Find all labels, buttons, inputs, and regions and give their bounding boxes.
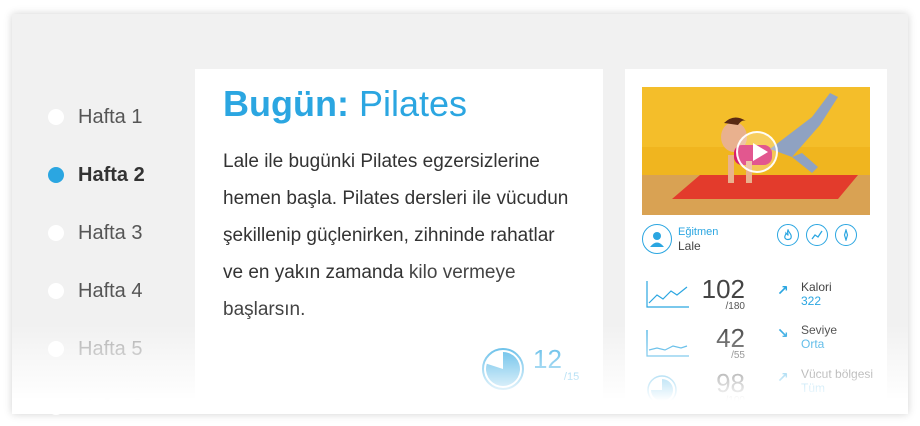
week-dot-icon — [48, 399, 64, 415]
week-label: Hafta 5 — [78, 337, 143, 360]
week-item-1[interactable]: Hafta 1 — [48, 88, 188, 146]
stat-row: 98 /100 — [645, 369, 745, 411]
today-card: Bugün: Pilates Lale ile bugünki Pilates … — [195, 69, 603, 404]
stat-max: /55 — [731, 350, 745, 361]
progress-total: /15 — [563, 371, 580, 383]
info-value: Tüm — [801, 381, 825, 395]
week-dot-icon — [48, 341, 64, 357]
line-chart-icon — [646, 281, 689, 308]
info-value: Orta — [801, 337, 825, 351]
week-item-6[interactable]: Hafta 6 — [48, 378, 188, 426]
progress-value: 12 — [533, 344, 562, 374]
trainer-role: Eğitmen — [678, 225, 719, 238]
week-dot-icon — [48, 167, 64, 183]
week-dot-icon — [48, 283, 64, 299]
stat-value: 98 — [716, 368, 745, 398]
stat-value: 42 — [716, 323, 745, 353]
title-prefix: Bugün: — [223, 83, 349, 124]
info-key: Vücut bölgesi — [801, 367, 874, 381]
week-list: Hafta 1 Hafta 2 Hafta 3 Hafta 4 Hafta 5 … — [48, 88, 188, 426]
trend-icon[interactable] — [806, 224, 828, 246]
week-label: Hafta 6 — [78, 395, 143, 418]
stat-row: 102 /180 — [645, 275, 745, 317]
flame-icon[interactable] — [777, 224, 799, 246]
details-card: Eğitmen Lale 102 /180 42 /55 98 /100 ↗ K… — [625, 69, 887, 406]
arrow-down-right-icon: ↘ — [777, 325, 789, 341]
info-key: Seviye — [801, 323, 838, 337]
info-level: ↘ Seviye Orta — [775, 323, 885, 357]
user-icon — [642, 224, 672, 254]
info-calories: ↗ Kalori 322 — [775, 280, 885, 314]
trainer: Eğitmen Lale — [642, 224, 718, 254]
week-item-2[interactable]: Hafta 2 — [48, 146, 188, 204]
week-label: Hafta 4 — [78, 279, 143, 302]
arrow-up-right-icon: ↗ — [777, 282, 789, 298]
info-body-region: ↗ Vücut bölgesi Tüm — [775, 367, 885, 401]
session-progress: 12 /15 — [481, 344, 580, 391]
week-item-4[interactable]: Hafta 4 — [48, 262, 188, 320]
title-activity: Pilates — [358, 83, 468, 124]
stat-max: /100 — [725, 395, 745, 406]
page-title: Bugün: Pilates — [223, 83, 467, 125]
description-text: Lale ile bugünki Pilates egzersizlerine … — [223, 151, 569, 283]
week-dot-icon — [48, 225, 64, 241]
app-frame: Hafta 1 Hafta 2 Hafta 3 Hafta 4 Hafta 5 … — [12, 14, 908, 418]
week-dot-icon — [48, 109, 64, 125]
week-label: Hafta 3 — [78, 221, 143, 244]
activity-icons — [777, 224, 864, 246]
week-item-5[interactable]: Hafta 5 — [48, 320, 188, 378]
play-icon[interactable] — [736, 131, 778, 173]
compass-icon[interactable] — [835, 224, 857, 246]
info-value: 322 — [801, 294, 822, 308]
info-key: Kalori — [801, 280, 832, 294]
line-chart-icon — [646, 330, 689, 357]
week-label: Hafta 1 — [78, 105, 143, 128]
description: Lale ile bugünki Pilates egzersizlerine … — [223, 143, 573, 328]
arrow-up-right-icon: ↗ — [777, 369, 789, 385]
video-thumbnail[interactable] — [642, 87, 870, 215]
progress-pie-icon — [482, 348, 524, 390]
trainer-name: Lale — [678, 238, 701, 253]
week-label: Hafta 2 — [78, 163, 145, 186]
stat-row: 42 /55 — [645, 324, 745, 366]
stat-max: /180 — [725, 301, 745, 312]
pie-chart-icon — [647, 375, 677, 405]
week-item-3[interactable]: Hafta 3 — [48, 204, 188, 262]
stat-value: 102 — [701, 274, 745, 304]
